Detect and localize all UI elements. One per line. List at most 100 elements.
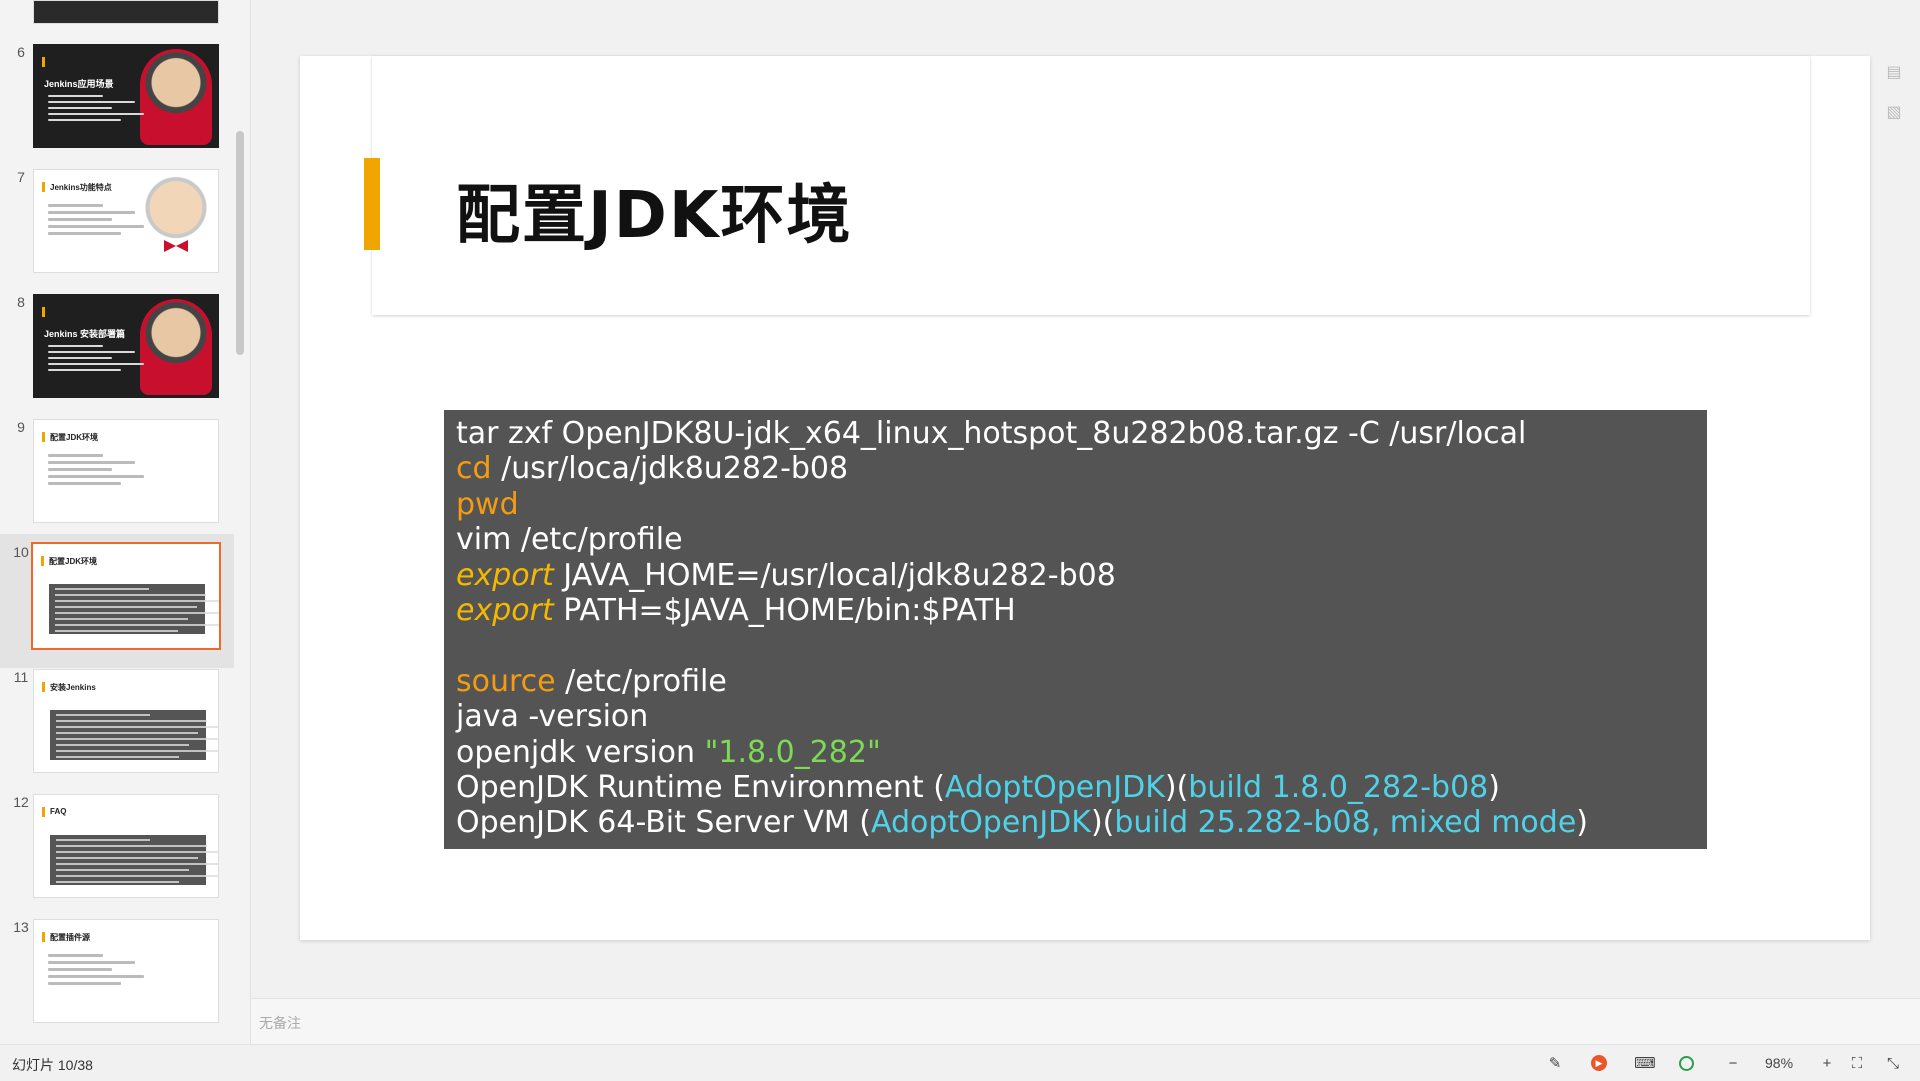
thumbnail-accent	[42, 182, 45, 192]
slide-canvas[interactable]: 配置JDK环境 tar zxf OpenJDK8U-jdk_x64_linux_…	[300, 56, 1870, 940]
thumbnail-row[interactable]: 10 配置JDK环境	[0, 534, 234, 668]
thumbnail-text-lines	[48, 454, 158, 489]
code-line: export PATH=$JAVA_HOME/bin:$PATH	[456, 593, 1695, 628]
code-token: vim /etc/profile	[456, 522, 683, 558]
code-token: )(	[1164, 769, 1189, 805]
thumbnail-number: 10	[13, 544, 29, 560]
thumbnail-text-lines	[48, 95, 158, 125]
code-token: java -version	[456, 699, 649, 735]
code-token: pwd	[456, 486, 519, 522]
code-token: AdoptOpenJDK	[944, 769, 1165, 805]
slide-thumbnail[interactable]: 配置插件源	[33, 919, 219, 1023]
thumbnail-row[interactable]: 11 安装Jenkins	[0, 659, 234, 793]
thumbnail-number: 6	[17, 44, 25, 60]
code-token: /usr/loca/jdk8u282-b08	[491, 451, 849, 487]
thumbnail-accent	[42, 307, 45, 317]
thumbnail-text-lines	[48, 954, 158, 989]
zoom-out-icon[interactable]: −	[1723, 1053, 1743, 1073]
code-token: export	[456, 557, 554, 593]
thumbnail-accent	[42, 682, 45, 692]
code-token: openjdk version	[456, 734, 705, 770]
pen-icon[interactable]: ✎	[1545, 1053, 1565, 1073]
thumbnail-number: 11	[13, 669, 29, 685]
thumbnail-number: 7	[17, 169, 25, 185]
code-line: cd /usr/loca/jdk8u282-b08	[456, 451, 1695, 486]
thumbnail-accent	[41, 556, 44, 566]
code-token: OpenJDK Runtime Environment (	[456, 769, 945, 805]
code-token: /etc/profile	[555, 663, 727, 699]
thumbnail-text-lines	[48, 345, 158, 375]
slide-thumbnail-panel[interactable]: 6 Jenkins应用场景 7 Jenkins功能特点 8 Jenkins 安装部署篇 9 配…	[0, 0, 251, 1044]
code-token: "1.8.0_282"	[704, 734, 881, 770]
code-token: tar zxf OpenJDK8U-jdk_x64_linux_hotspot_…	[456, 416, 1527, 451]
code-line: pwd	[456, 487, 1695, 522]
thumbnail-title: 安装Jenkins	[50, 683, 96, 692]
thumbnail-accent	[42, 807, 45, 817]
code-line: vim /etc/profile	[456, 522, 1695, 557]
thumbnail-accent	[42, 932, 45, 942]
background-icon[interactable]: ▧	[1884, 102, 1904, 122]
thumbnail-row[interactable]: 13 配置插件源	[0, 909, 234, 1043]
sidebar-scrollbar[interactable]	[236, 131, 244, 355]
slide-thumbnail[interactable]: Jenkins功能特点	[33, 169, 219, 273]
slide-thumbnail[interactable]: 配置JDK环境	[31, 542, 221, 650]
notes-placeholder: 无备注	[259, 1015, 301, 1031]
thumbnail-title: Jenkins 安装部署篇	[44, 329, 126, 339]
play-icon[interactable]: ▶	[1589, 1053, 1609, 1073]
code-token: source	[456, 663, 556, 699]
thumbnail-row[interactable]: 7 Jenkins功能特点	[0, 159, 234, 293]
thumbnail-text-lines	[48, 204, 158, 239]
thumbnail-row[interactable]: 9 配置JDK环境	[0, 409, 234, 543]
thumbnail-title: Jenkins功能特点	[50, 183, 112, 192]
thumbnail-title: 配置JDK环境	[50, 433, 99, 442]
thumbnail-title: Jenkins应用场景	[44, 79, 114, 89]
thumbnail-number: 13	[13, 919, 29, 935]
thumbnail-title: 配置插件源	[50, 933, 90, 942]
slide-counter: 幻灯片 10/38	[12, 1057, 93, 1073]
thumbnail-row[interactable]: 12 FAQ	[0, 784, 234, 918]
code-token: cd	[456, 451, 492, 487]
slide-thumbnail[interactable]: FAQ	[33, 794, 219, 898]
thumbnail-number: 9	[17, 419, 25, 435]
code-block: tar zxf OpenJDK8U-jdk_x64_linux_hotspot_…	[444, 410, 1707, 849]
code-line: OpenJDK 64-Bit Server VM (AdoptOpenJDK)(…	[456, 805, 1695, 840]
title-accent-bar	[364, 158, 380, 250]
code-token: JAVA_HOME=/usr/local/jdk8u282-b08	[553, 557, 1116, 593]
slide-title: 配置JDK环境	[456, 179, 853, 253]
slide-thumbnail[interactable]: 配置JDK环境	[33, 419, 219, 523]
thumbnail-accent	[42, 57, 45, 67]
thumbnail-accent	[42, 432, 45, 442]
globe-icon[interactable]	[1676, 1053, 1696, 1073]
slide-thumbnail[interactable]: 安装Jenkins	[33, 669, 219, 773]
status-bar: 幻灯片 10/38 ✎ ▶ ⌨ − 98% + ⛶ ⤡	[0, 1044, 1920, 1081]
code-token: PATH=$JAVA_HOME/bin:$PATH	[553, 592, 1016, 628]
thumbnail-code-block	[49, 584, 219, 634]
layout-icon[interactable]: ▤	[1884, 62, 1904, 82]
thumbnail-code-block	[50, 710, 218, 760]
fit-icon[interactable]: ⛶	[1847, 1053, 1867, 1073]
code-token: OpenJDK 64-Bit Server VM (	[456, 805, 871, 841]
zoom-in-icon[interactable]: +	[1817, 1053, 1837, 1073]
code-token: )(	[1090, 805, 1115, 841]
partial-thumbnail-top[interactable]	[33, 0, 219, 24]
thumbnail-row[interactable]: 8 Jenkins 安装部署篇	[0, 284, 234, 418]
code-token: )	[1576, 805, 1588, 841]
slide-thumbnail[interactable]: Jenkins应用场景	[33, 44, 219, 148]
code-line: tar zxf OpenJDK8U-jdk_x64_linux_hotspot_…	[456, 416, 1695, 451]
keyboard-icon[interactable]: ⌨	[1634, 1053, 1656, 1073]
thumbnail-number: 8	[17, 294, 25, 310]
code-token: build 25.282-b08, mixed mode	[1114, 805, 1577, 841]
thumbnail-row[interactable]: 6 Jenkins应用场景	[0, 34, 234, 168]
code-line: openjdk version "1.8.0_282"	[456, 735, 1695, 770]
notes-pane[interactable]: 无备注	[251, 998, 1920, 1045]
code-line: source /etc/profile	[456, 664, 1695, 699]
code-line: OpenJDK Runtime Environment (AdoptOpenJD…	[456, 770, 1695, 805]
code-line: java -version	[456, 699, 1695, 734]
slide-thumbnail[interactable]: Jenkins 安装部署篇	[33, 294, 219, 398]
thumbnail-title: 配置JDK环境	[49, 557, 98, 566]
collapse-icon[interactable]: ⤡	[1883, 1053, 1903, 1073]
zoom-level[interactable]: 98%	[1765, 1055, 1793, 1071]
thumbnail-number: 12	[13, 794, 29, 810]
code-token: build 1.8.0_282-b08	[1188, 769, 1489, 805]
